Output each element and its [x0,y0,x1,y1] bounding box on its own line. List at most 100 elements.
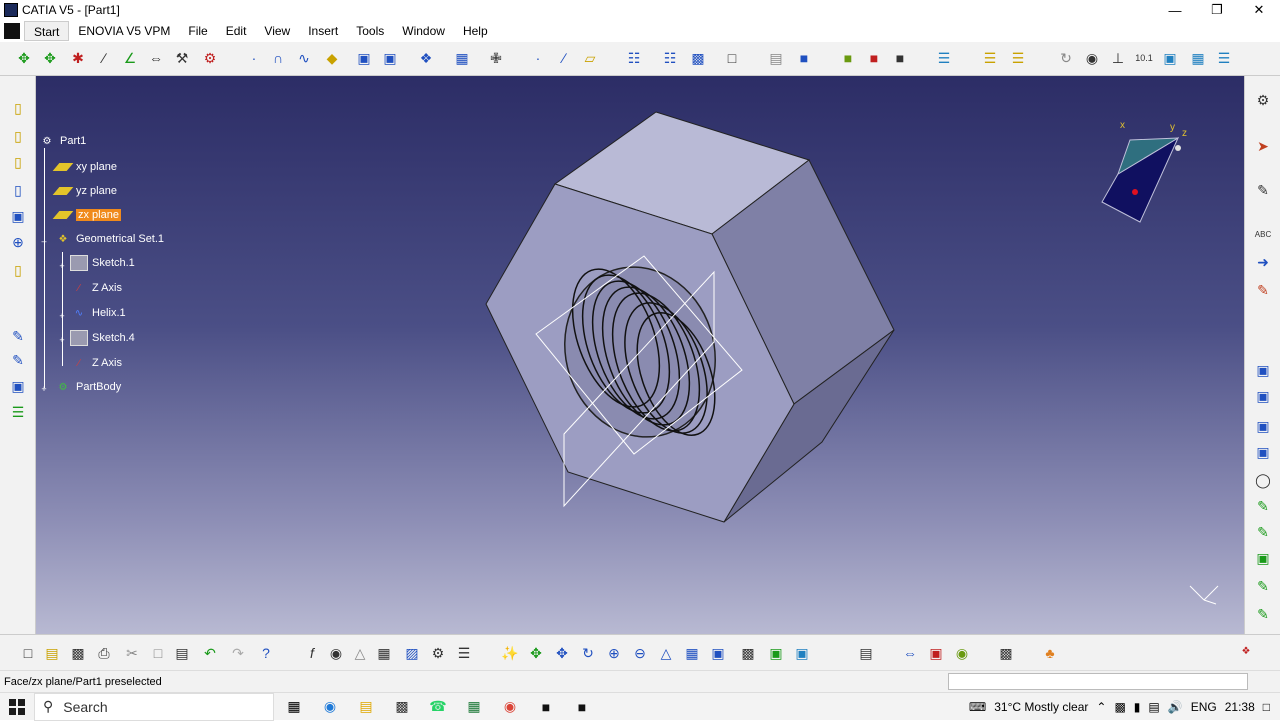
keyboard-icon[interactable]: ⌨ [969,700,986,714]
plane-icon[interactable]: ▱ [580,48,600,68]
new-icon[interactable]: □ [18,643,38,663]
menu-edit[interactable]: Edit [217,21,256,41]
chrome-icon[interactable]: ◉ [500,697,520,717]
menu-help[interactable]: Help [454,21,497,41]
measure-icon[interactable]: ∕ [94,48,114,68]
tree-item-partbody[interactable]: ⚙ PartBody [54,380,122,394]
catalog-icon[interactable]: ■ [794,48,814,68]
taskbar-search[interactable]: ⚲ Search [34,692,274,721]
axis-system-icon[interactable]: ⊥ [1108,48,1128,68]
language-text[interactable]: ENG [1191,700,1217,714]
camera-icon[interactable]: ▩ [996,643,1016,663]
display-mode-icon[interactable]: ▦ [1188,48,1208,68]
surface-icon[interactable]: ✎ [1253,576,1273,596]
3d-viewport[interactable]: ⚙ Part1 xy plane yz plane zx plane – ❖ G… [36,76,1244,634]
hex-nut-model[interactable] [466,106,906,536]
thickness-icon[interactable]: ▣ [380,48,400,68]
task-view-icon[interactable]: ▦ [284,697,304,717]
hole-icon[interactable]: ▣ [8,206,28,226]
fit-in-icon[interactable]: ✥ [526,643,546,663]
curve-icon[interactable]: ∩ [268,48,288,68]
check-list-icon[interactable]: ☰ [454,643,474,663]
transform-icon[interactable]: ❖ [416,48,436,68]
shading-icon[interactable]: ▩ [738,643,758,663]
copy-icon[interactable]: □ [148,643,168,663]
move-compass-icon[interactable]: ✥ [14,48,34,68]
pad-icon[interactable]: ▯ [8,98,28,118]
units-icon[interactable]: 10.1 [1134,48,1154,68]
swap-visible-icon[interactable]: ▣ [792,643,812,663]
expander-partbody[interactable]: + [40,385,48,394]
sketch-tool-icon[interactable]: ✎ [1253,180,1273,200]
apply-material-icon[interactable]: ■ [838,48,858,68]
iso-view-icon[interactable]: ▣ [708,643,728,663]
arrow-right-icon[interactable]: ➜ [1253,252,1273,272]
tree-item-sketch4[interactable]: Sketch.4 [70,330,135,346]
zoom-out-icon[interactable]: ⊖ [630,643,650,663]
tree-item-yz-plane[interactable]: yz plane [52,184,117,198]
extrude-icon[interactable]: ☷ [624,48,644,68]
windows-start-button[interactable] [0,693,34,721]
tree-item-xy-plane[interactable]: xy plane [52,160,117,174]
notification-icon[interactable]: □ [1263,700,1270,714]
analyze-icon[interactable]: ✱ [68,48,88,68]
open-icon[interactable]: ▤ [42,643,62,663]
hide-show-icon[interactable]: ☰ [1008,48,1028,68]
texture-icon[interactable]: ■ [890,48,910,68]
rule-icon[interactable]: △ [350,643,370,663]
macro-icon[interactable]: ⚙ [428,643,448,663]
plane-tool-icon[interactable]: ◆ [322,48,342,68]
volume-icon[interactable]: 🔊 [1168,700,1183,714]
line-icon[interactable]: ∕ [554,48,574,68]
slot-icon[interactable]: ▯ [8,260,28,280]
snap-point-icon[interactable]: ✙ [486,48,506,68]
command-input[interactable] [948,673,1248,690]
table-icon[interactable]: ▤ [766,48,786,68]
undo-icon[interactable]: ↶ [200,643,220,663]
thread-icon[interactable]: ☰ [8,402,28,422]
menu-file[interactable]: File [179,21,216,41]
material-icon[interactable]: ■ [864,48,884,68]
box-icon[interactable]: ▣ [1253,548,1273,568]
select-arrow-icon[interactable]: ➤ [1253,136,1273,156]
hide-show-toggle-icon[interactable]: ▣ [766,643,786,663]
fit-all-icon[interactable]: □ [722,48,742,68]
network-icon[interactable]: ▤ [1148,700,1159,714]
measure-tool-icon[interactable]: ▣ [926,643,946,663]
shaft-icon[interactable]: ▯ [8,152,28,172]
parameter-icon[interactable]: ▣ [1253,416,1273,436]
expander-geoset[interactable]: – [40,237,48,246]
menu-tools[interactable]: Tools [347,21,393,41]
constraint-icon[interactable]: ▣ [1253,360,1273,380]
select-set-icon[interactable]: ☰ [980,48,1000,68]
layers-icon[interactable]: ☰ [934,48,954,68]
menu-start[interactable]: Start [24,21,70,41]
expander-sketch4[interactable]: + [58,336,66,345]
print-icon[interactable]: ⎙ [94,643,114,663]
modify-icon[interactable]: ✎ [1253,522,1273,542]
pan-icon[interactable]: ✥ [552,643,572,663]
settings-gear-icon[interactable]: ⚙ [1253,90,1273,110]
inertia-icon[interactable]: ⚒ [172,48,192,68]
catia-task-icon-2[interactable]: ■ [572,697,592,717]
close-icon[interactable]: ✕ [1238,0,1280,20]
paste-icon[interactable]: ▤ [172,643,192,663]
formula-fx-icon[interactable]: f [302,643,322,663]
cut-icon[interactable]: ✂ [122,643,142,663]
constraint-tool-icon[interactable]: ⇔ [900,643,920,663]
menu-insert[interactable]: Insert [299,21,347,41]
angle-icon[interactable]: ∠ [120,48,140,68]
formula-icon[interactable]: ▣ [1253,442,1273,462]
whats-this-icon[interactable]: ? [256,643,276,663]
fillet-icon[interactable]: ✎ [8,326,28,346]
dimension-icon[interactable]: ⇔ [146,48,166,68]
normal-view-icon[interactable]: △ [656,643,676,663]
apply-material-tool-icon[interactable]: ◉ [952,643,972,663]
fly-mode-icon[interactable]: ✨ [500,643,520,663]
multi-view-icon[interactable]: ▦ [682,643,702,663]
pocket-icon[interactable]: ▯ [8,126,28,146]
tree-reorder-icon[interactable]: ▨ [402,643,422,663]
minimize-icon[interactable]: — [1154,0,1196,20]
revolve-icon[interactable]: ☷ [660,48,680,68]
check-icon[interactable]: ⚙ [200,48,220,68]
